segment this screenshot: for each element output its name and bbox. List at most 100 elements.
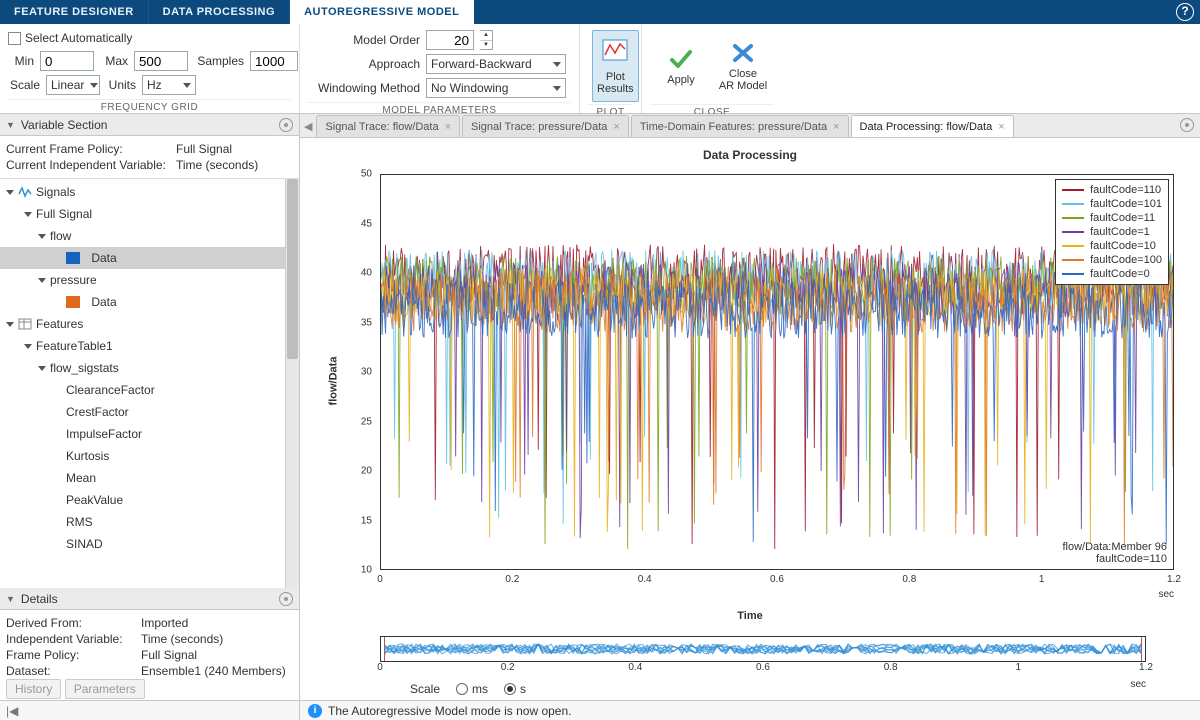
panner-handle-right[interactable] (1141, 636, 1146, 662)
expand-icon (24, 212, 32, 217)
tab-autoregressive-model[interactable]: AUTOREGRESSIVE MODEL (290, 0, 474, 24)
collapse-icon: ▼ (6, 120, 15, 130)
signals-icon (18, 186, 32, 198)
tree-node-stat[interactable]: PeakValue (0, 489, 285, 511)
status-bar: i The Autoregressive Model mode is now o… (300, 701, 1200, 720)
approach-select[interactable]: Forward-Backward (426, 54, 566, 74)
left-panel: ▼Variable Section Current Frame Policy:F… (0, 114, 300, 700)
panner-xunit: sec (1130, 679, 1146, 690)
close-ar-model-label: Close AR Model (719, 68, 767, 92)
time-scale-row: Scale ms s (320, 676, 1180, 696)
close-ar-model-button[interactable]: Close AR Model (716, 30, 770, 102)
gear-icon[interactable] (279, 118, 293, 132)
bottom-bar: |◀ i The Autoregressive Model mode is no… (0, 700, 1200, 720)
plot-chart[interactable]: 101520253035404550 faultCode=110faultCod… (346, 168, 1180, 594)
tree-node-featuretable1[interactable]: FeatureTable1 (0, 335, 285, 357)
scale-s-radio[interactable]: s (504, 682, 526, 696)
expand-icon (38, 278, 46, 283)
time-panner[interactable]: 00.20.40.60.811.2 sec (380, 636, 1146, 676)
windowing-select[interactable]: No Windowing (426, 78, 566, 98)
doc-tab-signal-pressure[interactable]: Signal Trace: pressure/Data× (462, 115, 629, 137)
min-label: Min (8, 54, 34, 68)
model-order-input[interactable] (426, 30, 474, 50)
apply-label: Apply (667, 74, 695, 86)
chevron-down-icon (553, 62, 561, 67)
features-icon (18, 318, 32, 330)
tab-data-processing[interactable]: DATA PROCESSING (149, 0, 290, 24)
variable-section-header[interactable]: ▼Variable Section (0, 114, 299, 136)
tree-node-flow-sigstats[interactable]: flow_sigstats (0, 357, 285, 379)
samples-input[interactable] (250, 51, 298, 71)
plot-annotation: flow/Data:Member 96 faultCode=110 (1062, 541, 1167, 565)
panner-wave (381, 636, 1145, 662)
tree-node-stat[interactable]: ClearanceFactor (0, 379, 285, 401)
close-icon[interactable]: × (833, 121, 839, 133)
tree-node-flow[interactable]: flow (0, 225, 285, 247)
windowing-label: Windowing Method (308, 81, 420, 95)
scrollbar-thumb[interactable] (287, 179, 298, 359)
plot-legend: faultCode=110faultCode=101faultCode=11fa… (1055, 179, 1169, 285)
tree-node-flow-data[interactable]: Data (0, 247, 285, 269)
chevron-down-icon (90, 83, 98, 88)
expand-icon (6, 322, 14, 327)
expand-icon (24, 344, 32, 349)
tree-node-stat[interactable]: Mean (0, 467, 285, 489)
model-order-spinner[interactable]: ▲▼ (480, 30, 493, 50)
tree-node-pressure-data[interactable]: Data (0, 291, 285, 313)
gear-icon[interactable] (1180, 118, 1194, 132)
plot-results-button[interactable]: Plot Results (592, 30, 639, 102)
tree-node-features[interactable]: Features (0, 313, 285, 335)
doc-tab-timedomain-pressure[interactable]: Time-Domain Features: pressure/Data× (631, 115, 849, 137)
min-input[interactable] (40, 51, 94, 71)
doc-tab-dataprocessing-flow[interactable]: Data Processing: flow/Data× (851, 115, 1014, 137)
tree-node-stat[interactable]: RMS (0, 511, 285, 533)
units-select[interactable]: Hz (142, 75, 196, 95)
approach-label: Approach (308, 57, 420, 71)
info-icon: i (308, 704, 322, 718)
chevron-down-icon (183, 83, 191, 88)
variable-tree: Signals Full Signal flow Data pressure D… (0, 179, 299, 588)
expand-icon (38, 366, 46, 371)
tree-node-stat[interactable]: ImpulseFactor (0, 423, 285, 445)
tree-node-pressure[interactable]: pressure (0, 269, 285, 291)
close-icon (729, 40, 757, 66)
scale-select[interactable]: Linear (46, 75, 100, 95)
close-icon[interactable]: × (445, 121, 451, 133)
tree-node-stat[interactable]: SINAD (0, 533, 285, 555)
select-automatically-checkbox[interactable]: Select Automatically (8, 31, 132, 45)
parameters-button[interactable]: Parameters (65, 679, 145, 699)
check-icon (667, 46, 695, 72)
plot-area: Data Processing flow/Data 10152025303540… (300, 138, 1200, 700)
select-automatically-label: Select Automatically (25, 31, 132, 45)
max-input[interactable] (134, 51, 188, 71)
tree-node-stat[interactable]: CrestFactor (0, 401, 285, 423)
tree-node-stat[interactable]: Kurtosis (0, 445, 285, 467)
app-tabstrip: FEATURE DESIGNER DATA PROCESSING AUTOREG… (0, 0, 1200, 24)
tree-scrollbar[interactable] (285, 179, 299, 588)
panner-handle-left[interactable] (380, 636, 385, 662)
tab-feature-designer[interactable]: FEATURE DESIGNER (0, 0, 149, 24)
close-icon[interactable]: × (998, 121, 1004, 133)
history-button[interactable]: History (6, 679, 61, 699)
indep-var-value: Time (seconds) (176, 158, 258, 172)
scale-ms-radio[interactable]: ms (456, 682, 488, 696)
help-icon[interactable]: ? (1176, 3, 1194, 21)
gear-icon[interactable] (279, 592, 293, 606)
scale-label: Scale (8, 78, 40, 92)
indep-var-key: Current Independent Variable: (6, 158, 176, 172)
chevron-down-icon (553, 86, 561, 91)
details-title: Details (21, 592, 58, 606)
tabs-overflow-left-icon[interactable]: ◀ (304, 120, 312, 133)
details-header[interactable]: ▼ Details (0, 588, 299, 610)
doc-tab-signal-flow[interactable]: Signal Trace: flow/Data× (316, 115, 460, 137)
tree-node-signals[interactable]: Signals (0, 181, 285, 203)
apply-button[interactable]: Apply (654, 30, 708, 102)
collapse-icon: ▼ (6, 594, 15, 604)
plot-results-label: Plot Results (597, 71, 634, 95)
plot-title: Data Processing (320, 148, 1180, 162)
close-icon[interactable]: × (613, 121, 619, 133)
tree-node-full-signal[interactable]: Full Signal (0, 203, 285, 225)
frame-policy-value: Full Signal (176, 142, 232, 156)
minimize-left-panel[interactable]: |◀ (0, 701, 300, 720)
model-order-label: Model Order (308, 33, 420, 47)
